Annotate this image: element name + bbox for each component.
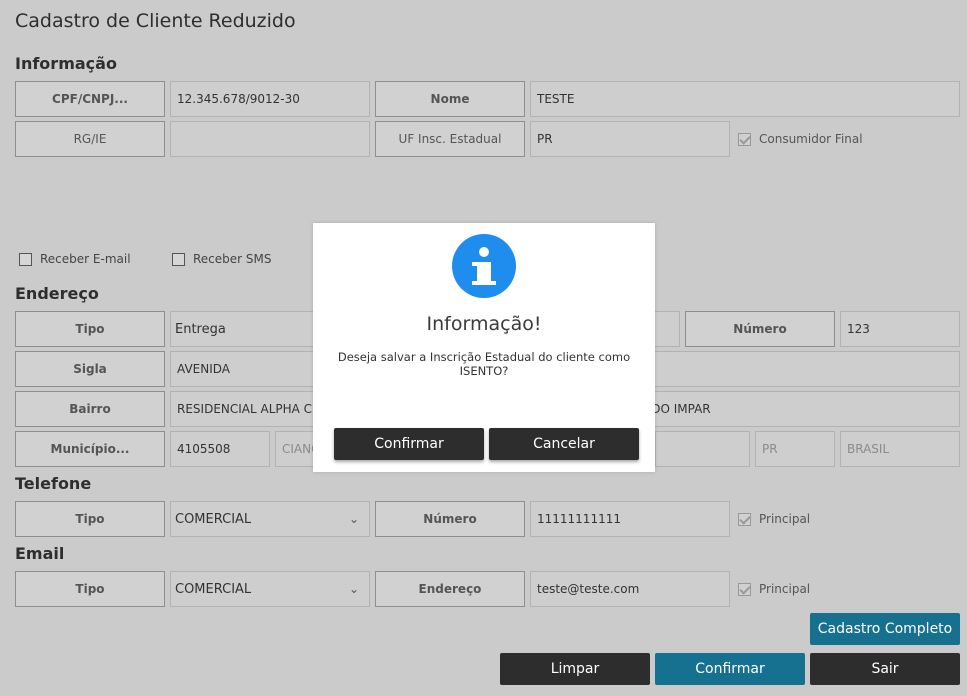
email-principal-checkbox[interactable]: Principal <box>738 579 810 599</box>
checkbox-checked-icon <box>738 512 751 526</box>
logradouro-input[interactable] <box>640 351 960 387</box>
endereco-numero-label: Número <box>685 311 835 347</box>
telefone-tipo-label: Tipo <box>15 501 165 537</box>
checkbox-checked-icon <box>738 582 751 596</box>
uf-readonly-input: PR <box>755 431 835 467</box>
dialog-confirm-button[interactable]: Confirmar <box>334 428 484 460</box>
telefone-tipo-value: COMERCIAL <box>175 511 252 527</box>
email-tipo-select[interactable]: COMERCIAL ⌄ <box>170 571 370 607</box>
dialog-message: Deseja salvar a Inscrição Estadual do cl… <box>337 350 631 378</box>
section-informacao: Informação <box>15 54 117 73</box>
receber-sms-label: Receber SMS <box>193 252 272 266</box>
complemento-input[interactable]: ADO IMPAR <box>640 391 960 427</box>
dialog-title: Informação! <box>426 313 542 335</box>
section-telefone: Telefone <box>15 474 92 493</box>
section-endereco: Endereço <box>15 284 99 303</box>
rg-ie-input[interactable] <box>170 121 370 157</box>
telefone-numero-label: Número <box>375 501 525 537</box>
endereco-tipo-select[interactable]: Entrega <box>170 311 320 347</box>
cadastro-completo-button[interactable]: Cadastro Completo <box>810 613 960 645</box>
checkbox-unchecked-icon <box>172 252 185 266</box>
uf-insc-estadual-input[interactable]: PR <box>530 121 730 157</box>
email-endereco-label: Endereço <box>375 571 525 607</box>
telefone-numero-input[interactable]: 11111111111 <box>530 501 730 537</box>
sair-button[interactable]: Sair <box>810 653 960 685</box>
info-dialog: Informação! Deseja salvar a Inscrição Es… <box>313 223 655 472</box>
telefone-tipo-select[interactable]: COMERCIAL ⌄ <box>170 501 370 537</box>
municipio-code-input[interactable]: 4105508 <box>170 431 270 467</box>
receber-email-label: Receber E-mail <box>40 252 131 266</box>
email-tipo-label: Tipo <box>15 571 165 607</box>
cpf-cnpj-button[interactable]: CPF/CNPJ... <box>15 81 165 117</box>
rg-ie-label: RG/IE <box>15 121 165 157</box>
municipio-extra-input <box>655 431 750 467</box>
info-icon <box>452 234 516 298</box>
uf-insc-estadual-label: UF Insc. Estadual <box>375 121 525 157</box>
section-email: Email <box>15 544 65 563</box>
page-title: Cadastro de Cliente Reduzido <box>15 10 296 32</box>
telefone-principal-label: Principal <box>759 512 811 526</box>
consumidor-final-checkbox[interactable]: Consumidor Final <box>738 129 863 149</box>
endereco-numero-input[interactable]: 123 <box>840 311 960 347</box>
consumidor-final-label: Consumidor Final <box>759 132 863 146</box>
dialog-cancel-button[interactable]: Cancelar <box>489 428 639 460</box>
receber-email-checkbox[interactable]: Receber E-mail <box>19 249 131 269</box>
chevron-down-icon[interactable]: ⌄ <box>339 572 369 606</box>
email-tipo-value: COMERCIAL <box>175 581 252 597</box>
nome-label: Nome <box>375 81 525 117</box>
receber-sms-checkbox[interactable]: Receber SMS <box>172 249 272 269</box>
bairro-label: Bairro <box>15 391 165 427</box>
municipio-button[interactable]: Município... <box>15 431 165 467</box>
nome-input[interactable]: TESTE <box>530 81 960 117</box>
telefone-principal-checkbox[interactable]: Principal <box>738 509 810 529</box>
bairro-input[interactable]: RESIDENCIAL ALPHA CLU <box>170 391 320 427</box>
email-endereco-input[interactable]: teste@teste.com <box>530 571 730 607</box>
cpf-cnpj-input[interactable]: 12.345.678/9012-30 <box>170 81 370 117</box>
confirmar-button[interactable]: Confirmar <box>655 653 805 685</box>
email-principal-label: Principal <box>759 582 811 596</box>
endereco-tipo-label: Tipo <box>15 311 165 347</box>
limpar-button[interactable]: Limpar <box>500 653 650 685</box>
checkbox-checked-icon <box>738 132 751 146</box>
pais-readonly-input: BRASIL <box>840 431 960 467</box>
chevron-down-icon[interactable]: ⌄ <box>339 502 369 536</box>
sigla-label: Sigla <box>15 351 165 387</box>
checkbox-unchecked-icon <box>19 252 32 266</box>
sigla-input[interactable]: AVENIDA <box>170 351 320 387</box>
